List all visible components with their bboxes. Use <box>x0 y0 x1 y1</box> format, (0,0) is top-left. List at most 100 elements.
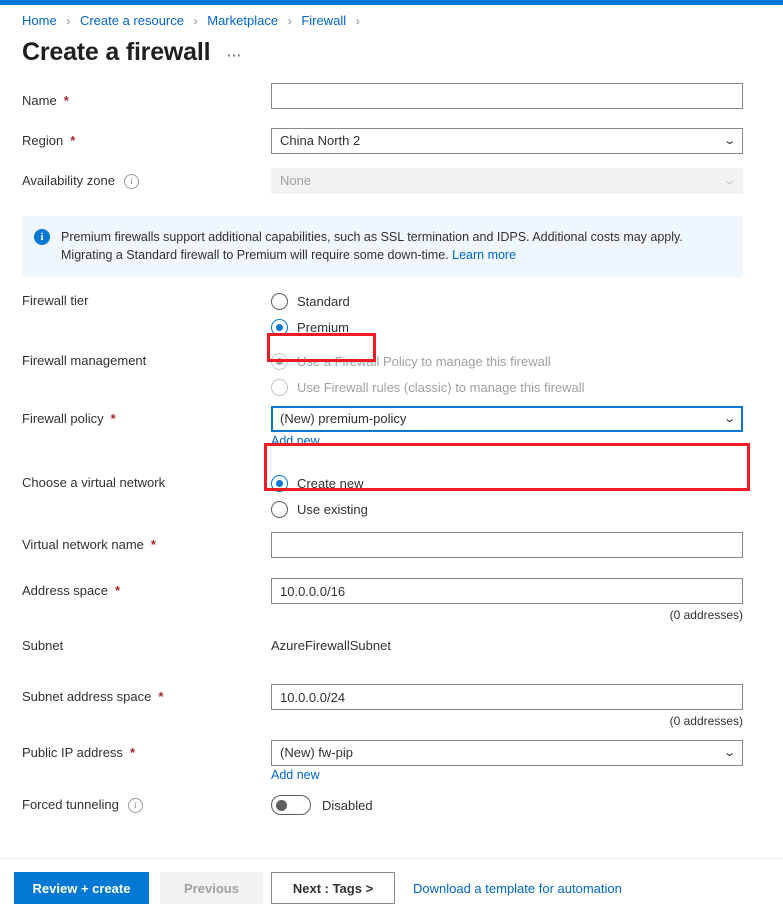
field-row-public-ip: Public IP address * (New) fw-pip ⌄ Add ne… <box>0 740 783 792</box>
download-template-link[interactable]: Download a template for automation <box>413 881 622 896</box>
radio-use-firewall-policy: Use a Firewall Policy to manage this fir… <box>271 348 761 374</box>
radio-vnet-create-new[interactable]: Create new <box>271 470 761 496</box>
label-firewall-policy: Firewall policy* <box>22 406 271 427</box>
label-region: Region * <box>22 128 271 149</box>
radio-icon <box>271 293 288 310</box>
region-value: China North 2 <box>280 129 360 153</box>
label-availability-zone-text: Availability zone <box>22 173 115 189</box>
label-subnet-address-space-text: Subnet address space <box>22 689 151 705</box>
radio-label: Use Firewall rules (classic) to manage t… <box>297 380 585 395</box>
banner-text: Premium firewalls support additional cap… <box>61 228 729 264</box>
required-marker: * <box>111 411 116 427</box>
next-tags-button[interactable]: Next : Tags > <box>271 872 395 904</box>
more-options-icon[interactable]: ⋯ <box>226 51 242 61</box>
label-address-space-text: Address space <box>22 583 108 599</box>
required-marker: * <box>64 93 69 109</box>
radio-icon-selected <box>271 475 288 492</box>
firewall-management-radio-group: Use a Firewall Policy to manage this fir… <box>271 348 761 400</box>
breadcrumb-item-firewall[interactable]: Firewall <box>301 13 346 28</box>
breadcrumb-separator: › <box>66 14 70 28</box>
field-row-choose-vnet: Choose a virtual network Create new Use … <box>0 464 783 532</box>
label-subnet: Subnet <box>22 633 271 654</box>
field-row-firewall-management: Firewall management Use a Firewall Polic… <box>0 348 783 406</box>
breadcrumb-item-home[interactable]: Home <box>22 13 57 28</box>
learn-more-link[interactable]: Learn more <box>452 246 516 264</box>
chevron-down-icon: ⌄ <box>722 176 736 187</box>
radio-icon-selected <box>271 353 288 370</box>
label-name: Name * <box>22 88 271 109</box>
radio-icon <box>271 379 288 396</box>
firewall-policy-select[interactable]: (New) premium-policy ⌄ <box>271 406 743 432</box>
public-ip-add-new-link[interactable]: Add new <box>271 766 320 782</box>
label-availability-zone: Availability zone i <box>22 168 271 189</box>
field-row-vnet-name: Virtual network name* <box>0 532 783 578</box>
label-firewall-management: Firewall management <box>22 348 271 369</box>
info-icon[interactable]: i <box>124 174 139 189</box>
label-firewall-management-text: Firewall management <box>22 353 146 369</box>
address-space-input[interactable] <box>271 578 743 604</box>
label-choose-vnet: Choose a virtual network <box>22 470 271 491</box>
forced-tunneling-toggle-row: Disabled <box>271 792 761 818</box>
banner-message: Premium firewalls support additional cap… <box>61 230 683 262</box>
field-row-address-space: Address space * (0 addresses) <box>0 578 783 633</box>
region-select[interactable]: China North 2 ⌄ <box>271 128 743 154</box>
label-region-text: Region <box>22 133 63 149</box>
required-marker: * <box>158 689 163 705</box>
subnet-address-space-input[interactable] <box>271 684 743 710</box>
field-row-firewall-tier: Firewall tier Standard Premium <box>0 277 783 348</box>
breadcrumb: Home › Create a resource › Marketplace ›… <box>0 5 783 29</box>
forced-tunneling-toggle[interactable] <box>271 795 311 815</box>
chevron-down-icon: ⌄ <box>722 414 736 425</box>
chevron-down-icon: ⌄ <box>722 136 736 147</box>
vnet-name-input[interactable] <box>271 532 743 558</box>
required-marker: * <box>70 133 75 149</box>
field-row-forced-tunneling: Forced tunneling i Disabled <box>0 792 783 830</box>
field-row-name: Name * <box>0 88 783 128</box>
forced-tunneling-state: Disabled <box>322 798 373 813</box>
label-firewall-tier: Firewall tier <box>22 288 271 309</box>
radio-icon-selected <box>271 319 288 336</box>
toggle-knob <box>276 800 287 811</box>
breadcrumb-separator: › <box>356 14 360 28</box>
radio-label: Create new <box>297 476 363 491</box>
required-marker: * <box>151 537 156 553</box>
address-space-hint: (0 addresses) <box>271 604 743 623</box>
public-ip-select[interactable]: (New) fw-pip ⌄ <box>271 740 743 766</box>
label-subnet-address-space: Subnet address space * <box>22 684 271 705</box>
label-address-space: Address space * <box>22 578 271 599</box>
required-marker: * <box>115 583 120 599</box>
label-public-ip: Public IP address * <box>22 740 271 761</box>
availability-zone-select: None ⌄ <box>271 168 743 194</box>
public-ip-value: (New) fw-pip <box>280 741 353 765</box>
label-public-ip-text: Public IP address <box>22 745 123 761</box>
firewall-policy-add-new-link[interactable]: Add new <box>271 432 320 448</box>
label-name-text: Name <box>22 93 57 109</box>
chevron-down-icon: ⌄ <box>722 748 736 759</box>
field-row-subnet-address-space: Subnet address space* (0 addresses) <box>0 684 783 740</box>
radio-use-firewall-rules-classic: Use Firewall rules (classic) to manage t… <box>271 374 761 400</box>
info-icon: i <box>34 229 50 245</box>
review-create-button[interactable]: Review + create <box>14 872 149 904</box>
firewall-policy-value: (New) premium-policy <box>280 407 406 431</box>
previous-button: Previous <box>160 872 263 904</box>
firewall-tier-radio-group: Standard Premium <box>271 288 761 340</box>
radio-icon <box>271 501 288 518</box>
premium-info-banner: i Premium firewalls support additional c… <box>22 216 743 277</box>
page-title: Create a firewall <box>22 37 210 67</box>
breadcrumb-separator: › <box>194 14 198 28</box>
radio-firewall-tier-premium[interactable]: Premium <box>271 314 761 340</box>
label-forced-tunneling-text: Forced tunneling <box>22 797 119 813</box>
radio-vnet-use-existing[interactable]: Use existing <box>271 496 761 522</box>
breadcrumb-item-marketplace[interactable]: Marketplace <box>207 13 278 28</box>
name-input[interactable] <box>271 83 743 109</box>
breadcrumb-item-create-a-resource[interactable]: Create a resource <box>80 13 184 28</box>
radio-label: Premium <box>297 320 349 335</box>
field-row-region: Region * China North 2 ⌄ <box>0 128 783 168</box>
info-icon[interactable]: i <box>128 798 143 813</box>
required-marker: * <box>130 745 135 761</box>
label-forced-tunneling: Forced tunneling i <box>22 792 271 813</box>
radio-label: Use existing <box>297 502 368 517</box>
field-row-firewall-policy: Firewall policy* (New) premium-policy ⌄ … <box>0 406 783 464</box>
title-row: Create a firewall ⋯ <box>0 29 783 67</box>
radio-firewall-tier-standard[interactable]: Standard <box>271 288 761 314</box>
